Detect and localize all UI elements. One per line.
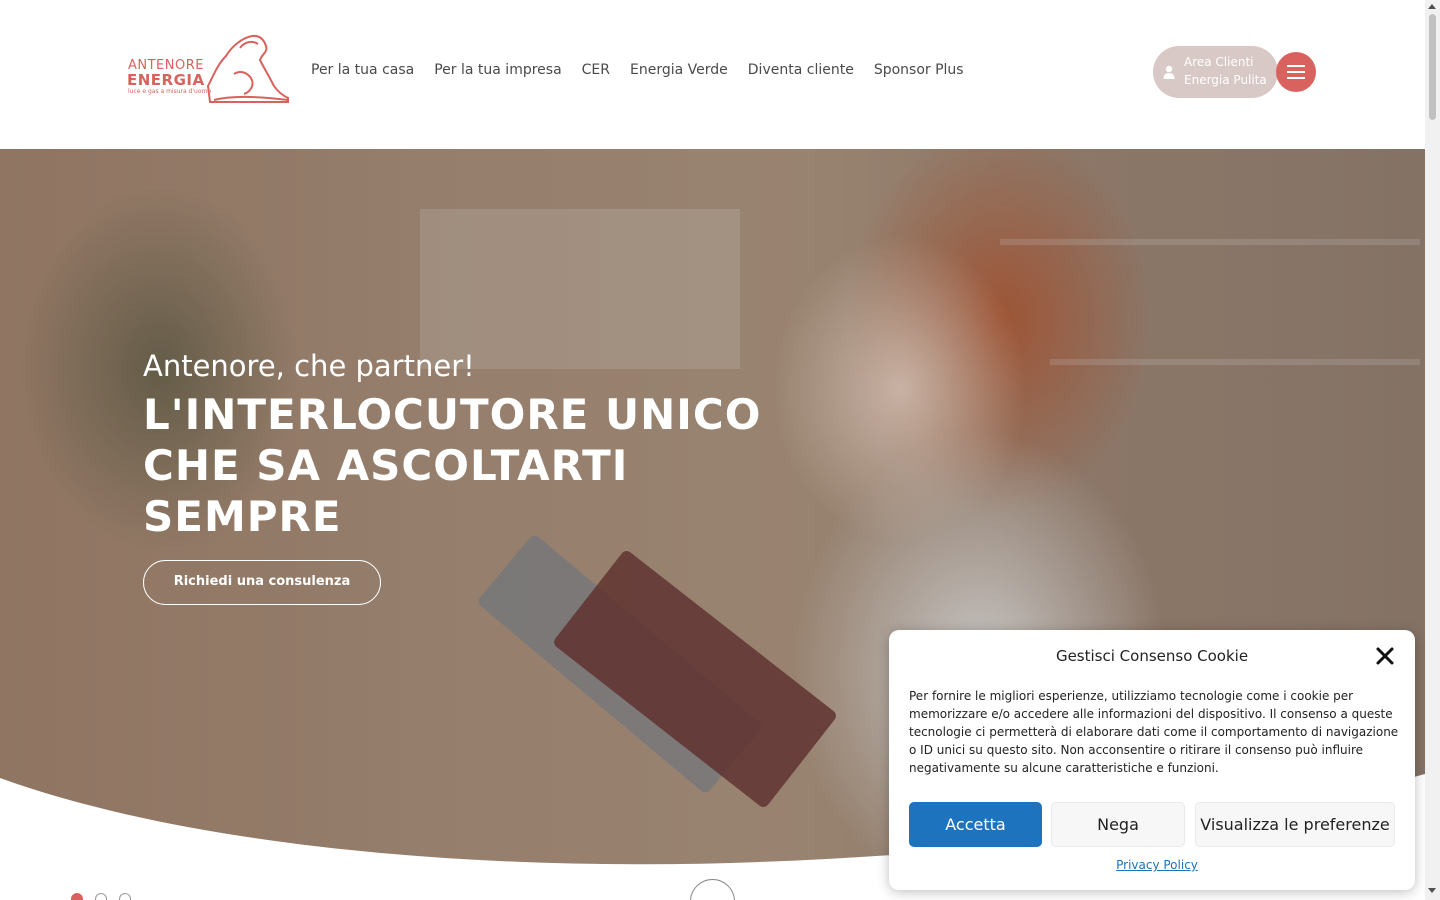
hero-subtitle: Antenore, che partner! [143,349,475,383]
nav-item-energia-verde[interactable]: Energia Verde [630,62,728,78]
area-clienti-label: Area Clienti [1184,55,1254,69]
site-header: ANTENORE ENERGIA luce e gas a misura d'u… [0,0,1425,149]
slider-dot-1[interactable] [71,893,83,900]
richiedi-consulenza-button[interactable]: Richiedi una consulenza [143,560,381,605]
scrollbar-thumb[interactable] [1429,14,1436,120]
scroll-up-arrow-icon[interactable] [1428,4,1436,9]
user-icon [1163,65,1175,79]
view-preferences-button[interactable]: Visualizza le preferenze [1195,802,1395,847]
nav-item-per-la-tua-impresa[interactable]: Per la tua impresa [434,62,561,78]
energia-pulita-label: Energia Pulita [1184,73,1267,87]
hamburger-line [1287,71,1305,73]
nav-item-cer[interactable]: CER [582,62,610,78]
nav-item-sponsor-plus[interactable]: Sponsor Plus [874,62,964,78]
brand-logo[interactable]: ANTENORE ENERGIA luce e gas a misura d'u… [126,34,290,104]
logo-name-line2: ENERGIA [127,71,205,89]
deny-button[interactable]: Nega [1051,802,1185,847]
slider-dot-2[interactable] [95,893,107,900]
hamburger-line [1287,77,1305,79]
nav-item-diventa-cliente[interactable]: Diventa cliente [748,62,854,78]
hero-title: L'INTERLOCUTORE UNICO CHE SA ASCOLTARTI … [143,390,762,541]
cookie-consent-dialog: Gestisci Consenso Cookie Per fornire le … [889,630,1415,890]
main-nav: Per la tua casa Per la tua impresa CER E… [311,62,984,78]
scroll-down-arrow-icon[interactable] [1428,888,1436,893]
cookie-dialog-title: Gestisci Consenso Cookie [1055,647,1249,665]
area-clienti-button[interactable]: Area Clienti Energia Pulita [1153,46,1278,98]
privacy-policy-link[interactable]: Privacy Policy [889,858,1425,872]
cookie-dialog-text: Per fornire le migliori esperienze, util… [909,689,1399,775]
slider-dot-3[interactable] [119,893,131,900]
close-icon[interactable] [1375,646,1395,666]
accept-button[interactable]: Accetta [909,802,1042,847]
logo-tagline: luce e gas a misura d'uomo [128,88,212,95]
lion-logo-icon [206,34,289,103]
page-scrollbar[interactable] [1425,0,1440,900]
nav-item-per-la-tua-casa[interactable]: Per la tua casa [311,62,414,78]
hamburger-menu-icon [1287,65,1305,67]
menu-button[interactable] [1276,52,1316,92]
